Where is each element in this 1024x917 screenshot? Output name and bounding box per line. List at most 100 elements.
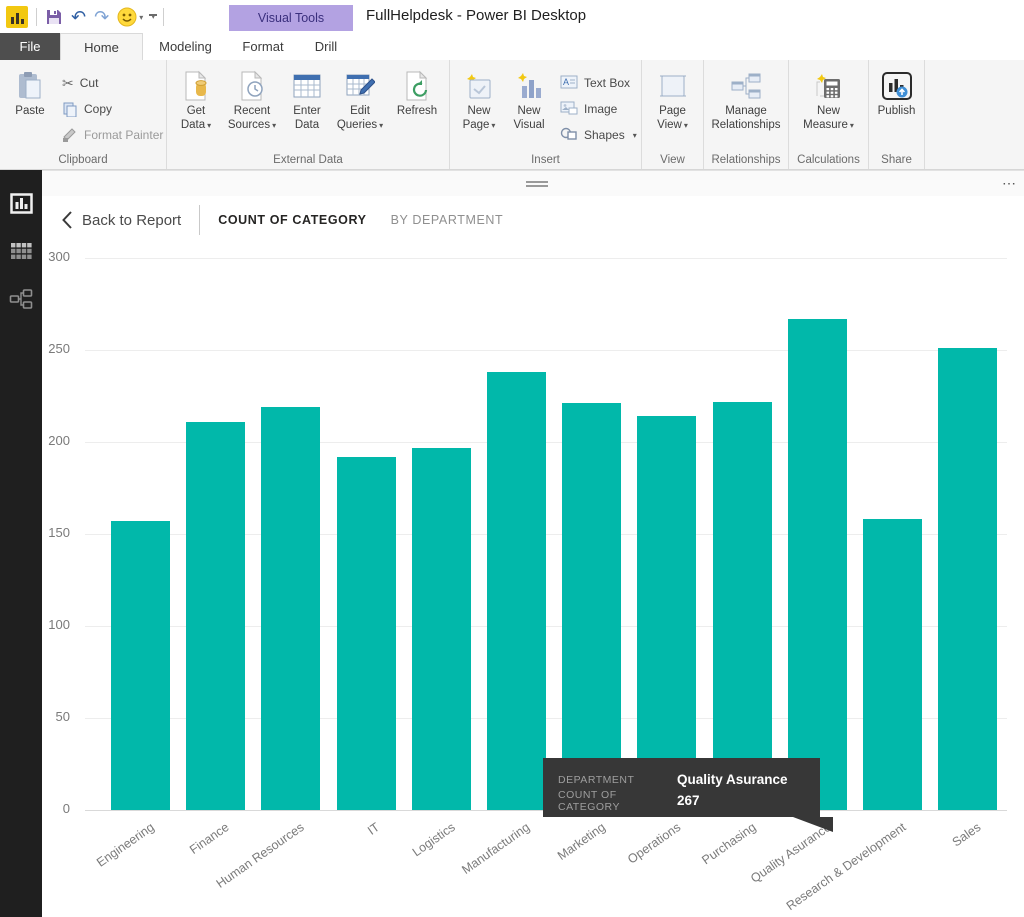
chart-title-by: BY DEPARTMENT [391,213,504,227]
publish-button[interactable]: Publish [871,64,923,118]
chart-bar[interactable] [111,521,170,810]
dropdown-arrow-icon: ▾ [850,121,854,130]
shapes-button[interactable]: Shapes▾ [560,122,637,148]
x-axis-category-label: Finance [187,820,231,857]
group-label-clipboard: Clipboard [0,154,166,166]
focus-mode-top-strip: ⋯ [0,170,1024,196]
chart-tooltip: DEPARTMENT Quality Asurance COUNT OF CAT… [543,758,820,817]
group-label-share: Share [869,154,924,166]
chart-bar[interactable] [637,416,696,810]
ribbon-group-calculations: New Measure▾ Calculations [789,60,869,169]
more-options-icon[interactable]: ⋯ [1002,175,1018,192]
divider [36,8,37,26]
group-label-insert: Insert [450,154,641,166]
tab-file[interactable]: File [0,33,60,60]
save-icon[interactable] [45,8,63,26]
x-axis-category-label: Sales [950,820,984,849]
divider [199,205,200,235]
group-label-view: View [642,154,703,166]
new-measure-button[interactable]: New Measure▾ [791,64,867,133]
window-title: FullHelpdesk - Power BI Desktop [366,7,586,24]
image-icon [560,101,578,117]
new-page-button[interactable]: New Page▾ [454,64,504,133]
edit-queries-button[interactable]: Edit Queries▾ [331,64,389,133]
x-axis-category-label: Engineering [94,820,157,870]
ribbon: Paste ✂Cut Copy Format Painter Clipboard… [0,60,1024,170]
title-bar: ↶ ↷ ▾ ▾ Visual Tools FullHelpdesk - Powe… [0,0,1024,33]
text-box-icon: A [560,75,578,91]
copy-icon [62,101,78,117]
powerbi-desktop-window: 050100150200250300EngineeringFinanceHuma… [0,0,1024,917]
chart-bar[interactable] [412,448,471,810]
smiley-icon[interactable] [117,7,137,27]
cut-button[interactable]: ✂Cut [62,70,163,96]
chart-bar[interactable] [788,319,847,810]
dropdown-arrow-icon: ▾ [684,121,688,130]
gridline [85,258,1007,259]
x-axis-category-label: Manufacturing [460,820,533,877]
recent-sources-button[interactable]: Recent Sources▾ [221,64,283,133]
image-button[interactable]: Image [560,96,637,122]
focus-mode-header: Back to Report COUNT OF CATEGORY BY DEPA… [42,200,503,240]
group-label-external-data: External Data [167,154,449,166]
model-view-icon[interactable] [0,279,42,319]
dropdown-arrow-icon: ▾ [491,121,495,130]
text-box-button[interactable]: AText Box [560,70,637,96]
enter-data-button[interactable]: Enter Data [283,64,331,133]
customize-quick-access-icon[interactable]: ▾ [151,14,155,20]
get-data-button[interactable]: Get Data▾ [171,64,221,133]
chart-bar[interactable] [261,407,320,810]
paste-button[interactable]: Paste [6,64,54,118]
group-label-calculations: Calculations [789,154,868,166]
redo-icon[interactable]: ↷ [94,7,109,27]
x-axis-category-label: Human Resources [214,820,307,891]
tab-modeling[interactable]: Modeling [143,33,228,60]
quick-access-toolbar: ↶ ↷ ▾ ▾ [6,4,164,30]
x-axis-category-label: Purchasing [699,820,758,867]
manage-relationships-icon [730,68,762,104]
chart-bar[interactable] [186,422,245,810]
divider [163,8,164,26]
paste-icon [16,68,44,104]
format-painter-button[interactable]: Format Painter [62,122,163,148]
manage-relationships-button[interactable]: Manage Relationships [706,64,786,133]
chart-bar[interactable] [487,372,546,810]
chart-bar[interactable] [938,348,997,810]
tooltip-field-label: DEPARTMENT [558,774,677,786]
ribbon-tab-row: File Home Modeling Format Drill [0,33,1024,60]
page-view-button[interactable]: Page View▾ [645,64,701,133]
tab-home[interactable]: Home [60,33,143,60]
refresh-button[interactable]: Refresh [389,64,445,118]
chart-bar[interactable] [337,457,396,810]
enter-data-icon [292,68,322,104]
view-sidebar [0,170,42,917]
report-view-icon[interactable] [0,183,42,223]
smiley-dropdown-icon[interactable]: ▾ [139,13,143,22]
copy-button[interactable]: Copy [62,96,163,122]
tab-format[interactable]: Format [232,33,294,60]
ribbon-group-relationships: Manage Relationships Relationships [704,60,789,169]
chart-bar[interactable] [863,519,922,810]
drag-handle[interactable] [526,181,548,189]
ribbon-group-clipboard: Paste ✂Cut Copy Format Painter Clipboard [0,60,167,169]
x-axis-category-label: Quality Asurance [748,820,833,886]
x-axis-category-label: Logistics [409,820,457,859]
tooltip-measure-value: 267 [677,793,700,808]
tooltip-measure-label: COUNT OF CATEGORY [558,789,677,813]
dropdown-arrow-icon: ▾ [633,131,637,140]
tab-drill[interactable]: Drill [300,33,352,60]
tooltip-tail [793,817,833,832]
back-to-report-button[interactable]: Back to Report [62,211,181,229]
tooltip-field-value: Quality Asurance [677,772,788,787]
chart-bar[interactable] [713,402,772,810]
back-chevron-icon [62,211,72,229]
dropdown-arrow-icon: ▾ [207,121,211,130]
undo-icon[interactable]: ↶ [71,7,86,27]
format-painter-icon [62,127,78,143]
ribbon-group-view: Page View▾ View [642,60,704,169]
ribbon-group-insert: New Page▾ New Visual AText Box Image Sha… [450,60,642,169]
data-view-icon[interactable] [0,231,42,271]
chart-bar[interactable] [562,403,621,810]
new-page-icon [464,68,494,104]
new-visual-button[interactable]: New Visual [504,64,554,133]
